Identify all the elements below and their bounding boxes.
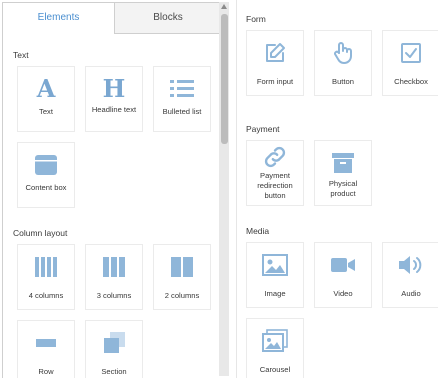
panel-tabs: Elements Blocks [3,2,230,34]
tile-label: Text [39,107,53,116]
carousel-icon [247,329,303,353]
tile-audio[interactable]: Audio [382,242,438,308]
tile-label: Image [264,289,286,298]
three-columns-icon [86,255,142,279]
tile-label: Physical product [328,179,358,198]
four-columns-icon [18,255,74,279]
tile-label: Video [333,289,353,298]
tile-label: Content box [25,183,67,192]
tile-video[interactable]: Video [314,242,372,308]
tile-section[interactable]: Section [85,320,143,378]
tile-bulleted-list[interactable]: Bulleted list [153,66,211,132]
tile-2-columns[interactable]: 2 columns [153,244,211,310]
checkbox-icon [383,41,438,65]
tile-label: Carousel [259,365,291,374]
tile-label: Headline text [91,105,137,114]
tile-button[interactable]: Button [314,30,372,96]
tile-checkbox[interactable]: Checkbox [382,30,438,96]
letter-h-icon: H [102,74,126,103]
tile-label: 4 columns [28,291,64,300]
tile-image[interactable]: Image [246,242,304,308]
scrollbar-thumb[interactable] [221,14,228,144]
tile-4-columns[interactable]: 4 columns [17,244,75,310]
tile-headline-text[interactable]: H Headline text [85,66,143,132]
tile-label: Audio [401,289,421,298]
edit-pencil-icon [247,41,303,65]
tile-row[interactable]: Row [17,320,75,378]
image-icon [247,253,303,277]
tab-blocks[interactable]: Blocks [115,2,221,34]
section-label-payment: Payment [246,124,280,134]
section-label-text: Text [13,50,29,60]
section-label-media: Media [246,226,270,236]
speaker-icon [383,253,438,277]
tile-label: Button [332,77,354,86]
tile-content-box[interactable]: Content box [17,142,75,208]
tile-label: 3 columns [96,291,132,300]
tile-label: 2 columns [164,291,200,300]
tile-3-columns[interactable]: 3 columns [85,244,143,310]
panel-divider [236,0,237,378]
tile-label: Form input [256,77,294,86]
tile-label: Row [38,367,54,376]
two-columns-icon [154,255,210,279]
tile-label: Section [101,367,127,376]
tile-form-input[interactable]: Form input [246,30,304,96]
tile-text[interactable]: A Text [17,66,75,132]
link-icon [247,145,303,169]
scroll-up-arrow-icon[interactable] [221,4,227,9]
elements-panel: Elements Blocks Text A Text H Headline t… [2,2,230,378]
pointer-hand-icon [315,41,371,65]
tile-label: Bulleted list [162,107,202,116]
section-icon [86,331,142,355]
row-icon [18,331,74,355]
tab-elements[interactable]: Elements [3,2,115,34]
tile-label: Checkbox [394,77,428,86]
content-box-icon [18,153,74,177]
tile-carousel[interactable]: Carousel [246,318,304,378]
section-label-column-layout: Column layout [13,228,68,238]
tile-payment-redirection-button[interactable]: Payment redirection button [246,140,304,206]
box-icon [315,151,371,175]
tile-label: Payment redirection button [257,171,293,200]
letter-a-icon: A [36,74,56,103]
video-camera-icon [315,253,371,277]
tile-physical-product[interactable]: Physical product [314,140,372,206]
section-label-form: Form [246,14,266,24]
bulleted-list-icon [154,77,210,101]
